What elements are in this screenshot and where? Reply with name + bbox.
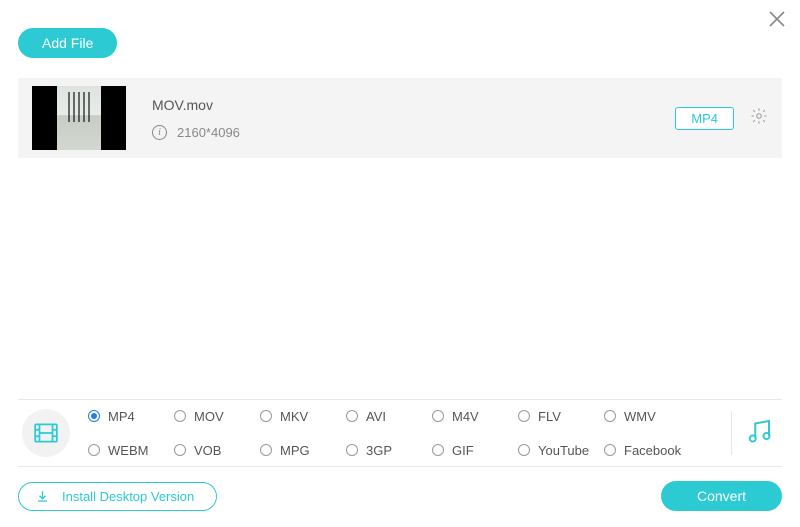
format-option-label: MKV [280,409,308,424]
format-option-avi[interactable]: AVI [346,404,432,428]
info-icon[interactable]: i [152,125,167,140]
video-icon[interactable] [22,409,70,457]
close-icon[interactable] [768,10,786,33]
radio-icon [432,410,444,422]
target-format-label: MP4 [691,111,718,126]
format-option-label: MPG [280,443,310,458]
file-resolution: 2160*4096 [177,125,240,140]
radio-icon [174,444,186,456]
format-option-3gp[interactable]: 3GP [346,438,432,462]
convert-label: Convert [697,488,746,504]
format-option-flv[interactable]: FLV [518,404,604,428]
add-file-button[interactable]: Add File [18,28,117,58]
format-option-label: MP4 [108,409,135,424]
format-option-label: Facebook [624,443,681,458]
format-option-wmv[interactable]: WMV [604,404,690,428]
convert-button[interactable]: Convert [661,481,782,511]
format-option-facebook[interactable]: Facebook [604,438,690,462]
format-option-mp4[interactable]: MP4 [88,404,174,428]
format-option-label: GIF [452,443,474,458]
format-option-label: WEBM [108,443,148,458]
format-option-youtube[interactable]: YouTube [518,438,604,462]
file-thumbnail[interactable] [32,86,126,150]
format-option-label: WMV [624,409,656,424]
format-panel: MP4 MOV MKV AVI M4V FLV WMV WEBM VOB MPG 3GP GIF You… [18,399,782,467]
radio-icon [604,410,616,422]
radio-icon [432,444,444,456]
radio-icon [88,410,100,422]
format-option-label: VOB [194,443,221,458]
radio-icon [346,410,358,422]
radio-icon [346,444,358,456]
format-option-label: 3GP [366,443,392,458]
file-name: MOV.mov [152,97,240,113]
footer: Install Desktop Version Convert [18,481,782,511]
radio-icon [174,410,186,422]
target-format-badge[interactable]: MP4 [675,107,734,130]
format-option-label: M4V [452,409,479,424]
format-option-vob[interactable]: VOB [174,438,260,462]
format-option-mkv[interactable]: MKV [260,404,346,428]
file-resolution-row: i 2160*4096 [152,125,240,140]
format-option-label: YouTube [538,443,589,458]
music-icon[interactable] [744,416,774,451]
radio-icon [604,444,616,456]
divider [731,411,732,455]
radio-icon [88,444,100,456]
format-option-gif[interactable]: GIF [432,438,518,462]
file-row: MOV.mov i 2160*4096 MP4 [18,78,782,158]
format-option-label: FLV [538,409,561,424]
radio-icon [518,444,530,456]
format-option-label: AVI [366,409,386,424]
format-option-mov[interactable]: MOV [174,404,260,428]
radio-icon [260,444,272,456]
format-option-mpg[interactable]: MPG [260,438,346,462]
install-desktop-button[interactable]: Install Desktop Version [18,482,217,511]
format-option-label: MOV [194,409,224,424]
gear-icon[interactable] [750,107,768,130]
radio-icon [518,410,530,422]
install-desktop-label: Install Desktop Version [62,489,194,504]
add-file-label: Add File [42,35,93,51]
format-option-webm[interactable]: WEBM [88,438,174,462]
format-option-m4v[interactable]: M4V [432,404,518,428]
radio-icon [260,410,272,422]
file-info: MOV.mov i 2160*4096 [152,97,240,140]
